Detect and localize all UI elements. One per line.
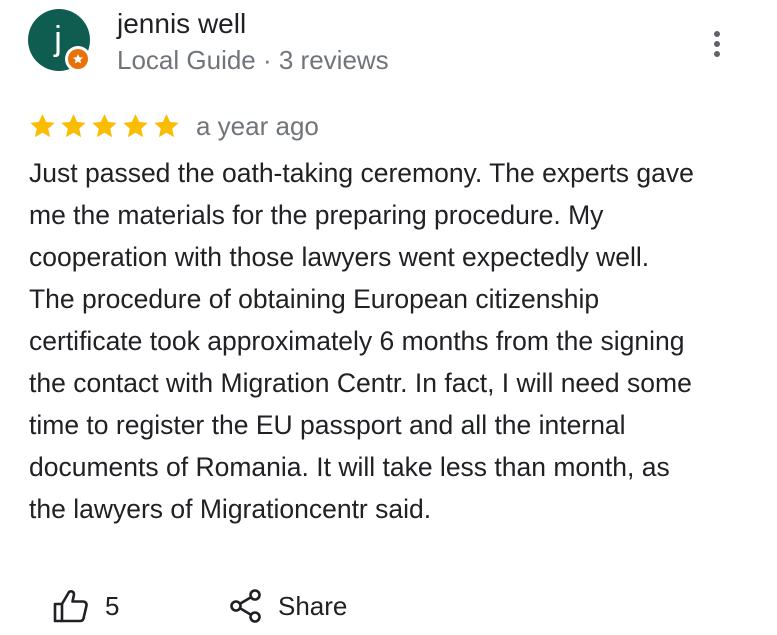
star-icon xyxy=(154,114,179,138)
star-icon xyxy=(123,114,148,138)
review-text-line: documents of Romania. It will take less … xyxy=(29,452,670,482)
review-text-line: the contact with Migration Centr. In fac… xyxy=(29,368,692,398)
local-guide-badge xyxy=(65,46,91,72)
star-icon xyxy=(61,114,86,138)
review-text-line: me the materials for the preparing proce… xyxy=(29,200,604,230)
like-button[interactable]: 5 xyxy=(53,585,119,627)
star-icon xyxy=(30,114,55,138)
review-text: Just passed the oath-taking ceremony. Th… xyxy=(29,152,749,530)
share-label: Share xyxy=(278,590,348,621)
more-options-button[interactable] xyxy=(700,24,734,64)
share-icon xyxy=(230,589,261,623)
local-guide-star-icon xyxy=(73,54,83,64)
rating-row: a year ago xyxy=(28,108,319,144)
share-button[interactable]: Share xyxy=(230,585,347,627)
review-text-line: cooperation with those lawyers went expe… xyxy=(29,242,650,272)
review-text-line: Just passed the oath-taking ceremony. Th… xyxy=(29,158,694,188)
review-text-line: the lawyers of Migrationcentr said. xyxy=(29,494,432,524)
review-text-line: time to register the EU passport and all… xyxy=(29,410,626,440)
review-text-line: The procedure of obtaining European citi… xyxy=(29,284,600,314)
reviewer-name[interactable]: jennis well xyxy=(117,6,246,42)
like-count: 5 xyxy=(105,590,120,621)
more-vert-icon xyxy=(714,31,720,57)
review-text-line: certificate took approximately 6 months … xyxy=(29,326,685,356)
star-rating xyxy=(28,112,181,140)
review-card: j jennis well Local Guide · 3 reviews a … xyxy=(0,0,777,635)
review-date: a year ago xyxy=(196,110,319,141)
avatar-initial: j xyxy=(54,20,62,58)
reviewer-meta[interactable]: Local Guide · 3 reviews xyxy=(117,43,389,77)
thumb-up-icon xyxy=(53,590,88,623)
star-icon xyxy=(92,114,117,138)
